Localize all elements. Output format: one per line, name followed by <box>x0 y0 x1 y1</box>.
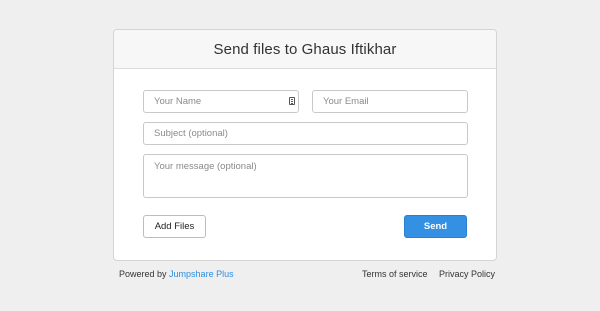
add-files-label: Add Files <box>154 221 195 232</box>
subject-input[interactable] <box>143 122 468 145</box>
privacy-policy-link[interactable]: Privacy Policy <box>439 269 495 279</box>
send-label: Send <box>423 221 448 232</box>
contact-card-icon[interactable] <box>289 97 295 105</box>
card-header: Send files to Ghaus Iftikhar <box>114 30 496 69</box>
send-button[interactable]: Send <box>404 215 467 238</box>
email-input[interactable] <box>312 90 468 113</box>
name-input[interactable] <box>143 90 299 113</box>
powered-by: Powered by Jumpshare Plus <box>119 269 234 279</box>
add-files-button[interactable]: Add Files <box>143 215 206 238</box>
page: Send files to Ghaus Iftikhar Add Files S… <box>0 0 600 311</box>
card-title: Send files to Ghaus Iftikhar <box>213 40 397 58</box>
jumpshare-plus-link[interactable]: Jumpshare Plus <box>169 269 234 279</box>
powered-by-label: Powered by <box>119 269 167 279</box>
message-textarea[interactable] <box>143 154 468 198</box>
send-files-card: Send files to Ghaus Iftikhar Add Files S… <box>113 29 497 261</box>
terms-of-service-link[interactable]: Terms of service <box>362 269 428 279</box>
